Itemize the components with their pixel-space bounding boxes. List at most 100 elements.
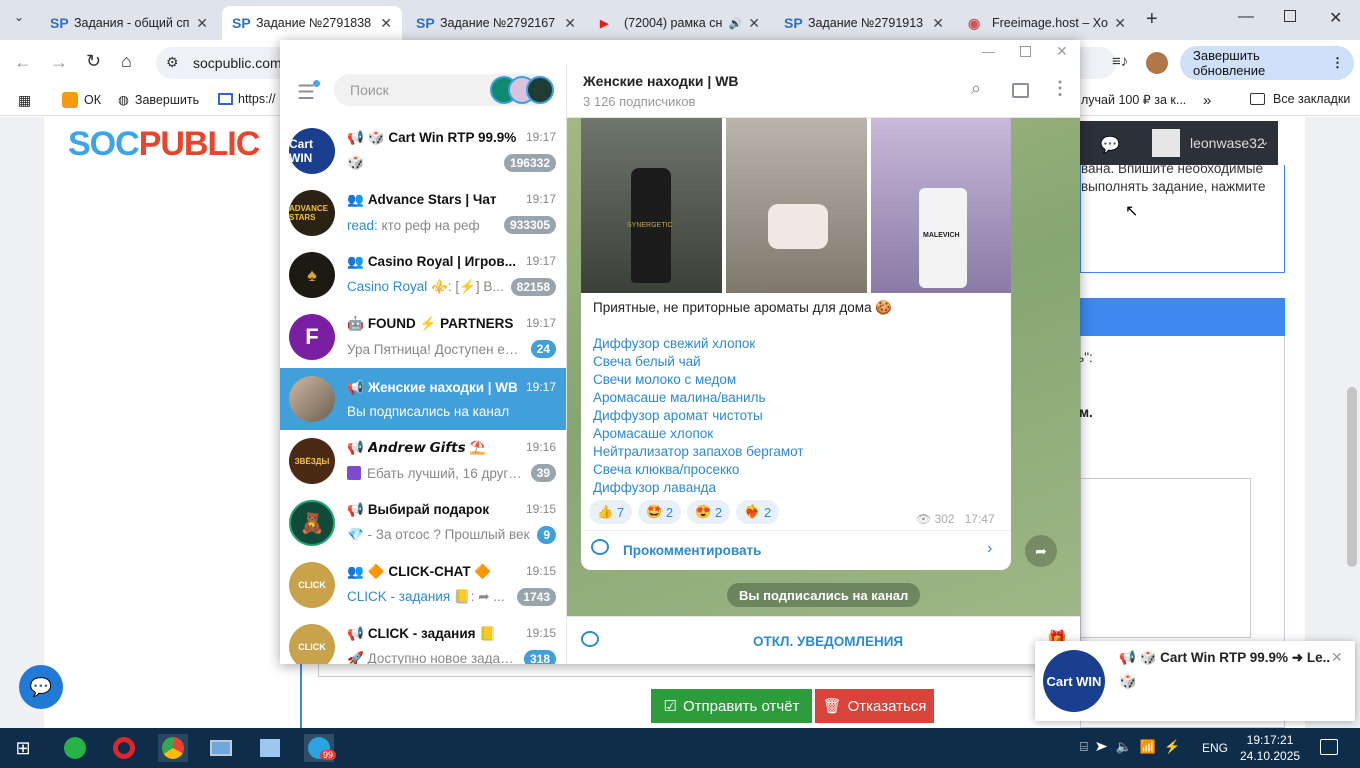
reload-icon[interactable]: ↻ [86, 51, 101, 72]
browser-tab-3[interactable]: SP Задание №2792167 ✕ [406, 6, 586, 40]
tg-minimize-icon[interactable]: — [982, 44, 995, 59]
chat-item[interactable]: CLICK 📢 CLICK - задания 📒 19:15 🚀 Доступно… [280, 616, 566, 664]
back-icon[interactable]: ← [14, 52, 32, 73]
chat-name: Женские находки | WB [367, 379, 518, 395]
apps-grid-icon[interactable]: ▦ [18, 92, 31, 109]
chat-item[interactable]: CLICK 👥 🔶 CLICK-CHAT 🔶 19:15 CLICK - задан… [280, 554, 566, 616]
window-close-icon[interactable]: ✕ [1329, 8, 1342, 28]
windows-start-icon[interactable]: ⊞ [8, 734, 38, 762]
tray-icons[interactable]: ⌸➤🔈📶⚡ [1080, 739, 1188, 755]
product-link[interactable]: Нейтрализатор запахов бергамот [593, 443, 804, 461]
telegram-taskbar-icon[interactable]: 99 [304, 734, 337, 762]
profile-avatar[interactable] [1146, 52, 1168, 74]
site-info-icon[interactable]: ⚙ [166, 54, 179, 71]
chat-item[interactable]: 🧸 📢 Выбирай подарок 19:15 💎 - За отсос ? П… [280, 492, 566, 554]
forward-icon[interactable]: → [50, 52, 68, 73]
search-input[interactable]: Поиск [334, 74, 554, 106]
close-icon[interactable]: ✕ [374, 15, 392, 32]
product-link[interactable]: Аромасаше хлопок [593, 425, 804, 443]
update-button[interactable]: Завершить обновление ⋮ [1180, 46, 1354, 80]
more-icon[interactable]: ⋮ [1051, 78, 1069, 99]
tg-close-icon[interactable]: ✕ [1056, 43, 1068, 60]
tab-search-button[interactable]: ⌄ [8, 10, 30, 30]
reaction-heart-fire[interactable]: ❤️‍🔥 2 [736, 500, 780, 524]
story-avatar-3[interactable] [526, 76, 554, 104]
telegram-notification[interactable]: Cart WIN 📢 🎲 Cart Win RTP 99.9% ➜ Le... … [1035, 641, 1355, 721]
chat-item[interactable]: F 🤖 FOUND ⚡ PARTNERS 19:17 Ура Пятница! До… [280, 306, 566, 368]
bookmark-label: лучай 100 ₽ за к... [1081, 93, 1187, 107]
message-time: 17:47 [964, 512, 995, 526]
chat-item[interactable]: ADVANCE STARS 👥 Advance Stars | Чат 19:17 … [280, 182, 566, 244]
bookmark-promo[interactable]: лучай 100 ₽ за к... [1081, 92, 1186, 107]
forward-button[interactable]: ➦ [1025, 535, 1057, 567]
clock[interactable]: 19:17:21 24.10.2025 [1240, 732, 1300, 764]
all-bookmarks[interactable]: Все закладки [1250, 92, 1350, 106]
language-indicator[interactable]: ENG [1202, 741, 1228, 755]
home-icon[interactable]: ⌂ [121, 51, 132, 72]
discussion-icon[interactable] [581, 631, 599, 647]
window-restore-icon[interactable] [1284, 10, 1296, 22]
window-minimize-icon[interactable]: — [1238, 8, 1254, 26]
media-control-icon[interactable]: ≡♪ [1112, 53, 1128, 70]
comment-button[interactable]: Прокомментировать › [581, 531, 1011, 570]
browser-tab-2[interactable]: SP Задание №2791838 ✕ [222, 6, 402, 40]
post-image-1[interactable]: SYNERGETIC [581, 118, 722, 293]
send-report-button[interactable]: ☑ Отправить отчёт [651, 689, 812, 723]
search-icon[interactable]: ⌕ [971, 78, 981, 99]
chevron-down-icon[interactable]: ⌄ [1260, 135, 1269, 148]
sidebar-toggle-icon[interactable] [1012, 83, 1029, 98]
close-icon[interactable]: ✕ [190, 15, 208, 32]
close-icon[interactable]: ✕ [742, 15, 760, 32]
page-scrollbar[interactable] [1347, 387, 1357, 567]
chrome-icon[interactable] [158, 734, 188, 762]
browser-tab-1[interactable]: SP Задания - общий сп ✕ [40, 6, 218, 40]
user-avatar-icon[interactable] [1152, 129, 1180, 157]
username[interactable]: leonwase32 [1190, 135, 1265, 151]
browser-tab-5[interactable]: SP Задание №2791913 ✕ [774, 6, 954, 40]
product-link[interactable]: Диффузор аромат чистоты [593, 407, 804, 425]
close-icon[interactable]: ✕ [1331, 649, 1343, 666]
post-image-2[interactable] [726, 118, 867, 293]
product-link[interactable]: Диффузор свежий хлопок [593, 335, 804, 353]
speaker-icon[interactable]: 🔊 [729, 17, 743, 30]
close-icon[interactable]: ✕ [558, 15, 576, 32]
chat-icon[interactable]: 💬 [1100, 135, 1120, 155]
reaction-thumbs-up[interactable]: 👍 7 [589, 500, 633, 524]
reaction-heart-eyes[interactable]: 😍 2 [687, 500, 731, 524]
browser-tab-4[interactable]: ▶ (72004) рамка сн 🔊 ✕ [590, 6, 770, 40]
paint-icon[interactable] [255, 734, 285, 762]
chat-item[interactable]: Cart WIN 📢 🎲 Cart Win RTP 99.9% 19:17 🎲 196… [280, 120, 566, 182]
product-link[interactable]: Свечи молоко с медом [593, 371, 804, 389]
bookmark-ok[interactable]: ОК [62, 92, 101, 108]
opera-icon[interactable] [109, 734, 139, 762]
socpublic-favicon-icon: SP [232, 15, 251, 31]
tg-maximize-icon[interactable] [1020, 46, 1031, 57]
mute-button[interactable]: ОТКЛ. УВЕДОМЛЕНИЯ [753, 634, 903, 649]
refuse-button[interactable]: 🗑 Отказаться [815, 689, 934, 723]
product-link[interactable]: Диффузор лаванда [593, 479, 804, 497]
chat-item[interactable]: ♠ 👥 Casino Royal | Игров... 19:17 Casino R… [280, 244, 566, 306]
ie-browser-icon[interactable] [60, 734, 90, 762]
report-textarea[interactable] [1061, 478, 1251, 638]
close-icon[interactable]: ✕ [1108, 15, 1126, 32]
close-icon[interactable]: ✕ [926, 15, 944, 32]
computer-icon[interactable] [206, 734, 236, 762]
bookmark-https[interactable]: https:// [218, 92, 276, 106]
product-link[interactable]: Свеча клюква/просекко [593, 461, 804, 479]
product-link[interactable]: Свеча белый чай [593, 353, 804, 371]
browser-tab-6[interactable]: ◉ Freeimage.host – Хо ✕ [958, 6, 1136, 40]
product-link[interactable]: Аромасаше малина/ваниль [593, 389, 804, 407]
chat-item-active[interactable]: 📢 Женские находки | WB 19:17 Вы подписалис… [280, 368, 566, 430]
channel-header: Женские находки | WB 3 126 подписчиков ⌕… [567, 64, 1080, 118]
notification-center-icon[interactable] [1320, 739, 1338, 755]
bookmark-finish[interactable]: ◍ Завершить [118, 92, 199, 108]
post-image-3[interactable]: MALEVICH [871, 118, 1011, 293]
channel-title[interactable]: Женские находки | WB [583, 73, 739, 89]
bookmarks-overflow-icon[interactable]: » [1203, 92, 1211, 109]
reaction-star-eyes[interactable]: 🤩 2 [638, 500, 682, 524]
site-logo[interactable]: SOCPUBLIC [68, 125, 260, 164]
chat-item[interactable]: ЗВЁЗДЫ 📢 𝘼𝙣𝙙𝙧𝙚𝙬 𝙂𝙞𝙛𝙩𝙨 ⛱️ 19:16 Ебать лучши… [280, 430, 566, 492]
support-chat-button[interactable]: 💬 [19, 665, 63, 709]
new-tab-button[interactable]: + [1146, 8, 1158, 31]
url-text: socpublic.com [193, 55, 282, 71]
